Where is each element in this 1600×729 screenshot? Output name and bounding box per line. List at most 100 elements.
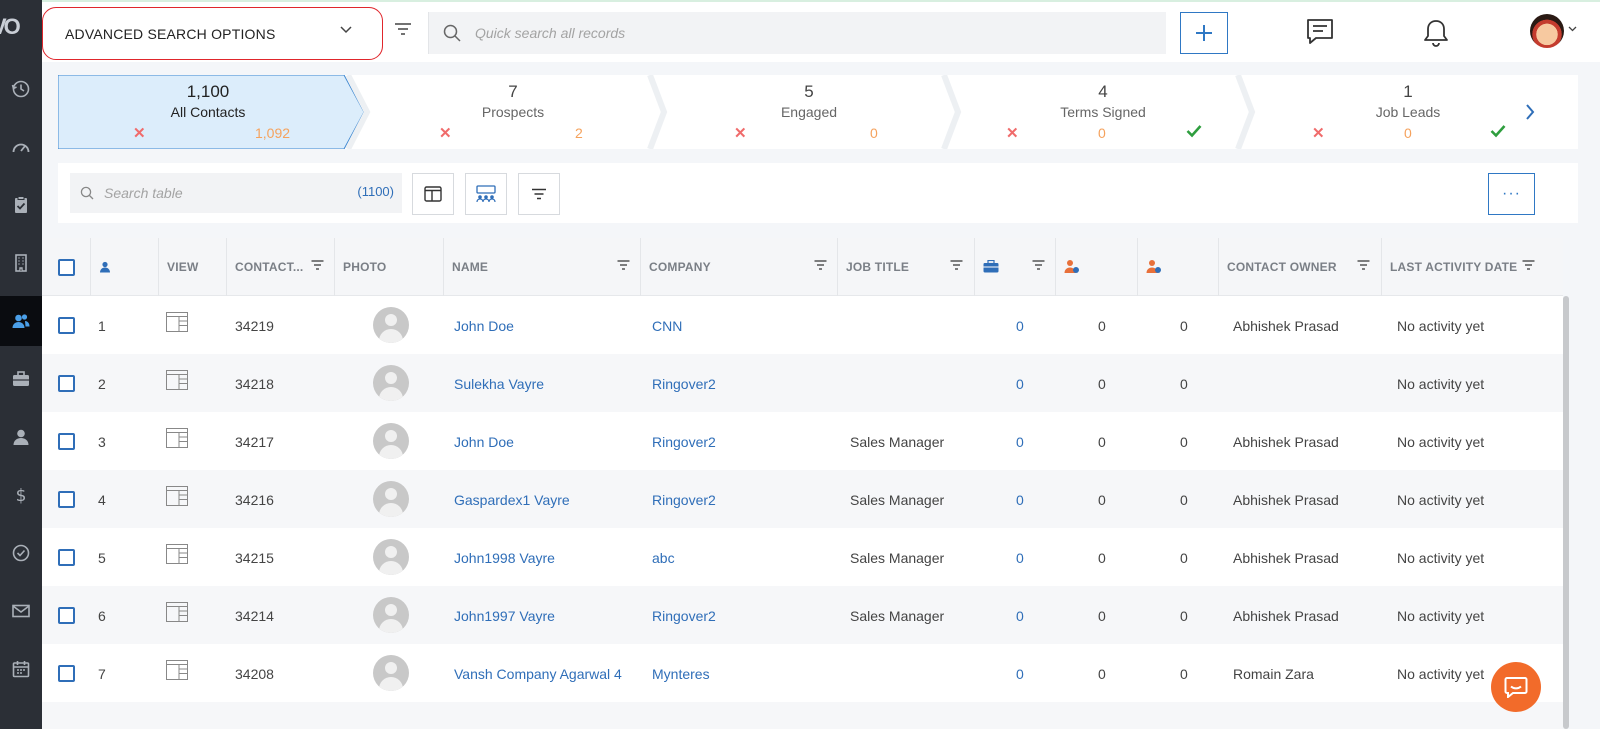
company-link[interactable]: Mynteres bbox=[652, 666, 710, 682]
contact-name-link[interactable]: Vansh Company Agarwal 4 bbox=[454, 666, 622, 682]
table-row[interactable]: 2 34218 Sulekha Vayre Ringover2 0 0 0 No… bbox=[42, 354, 1563, 412]
header-photo[interactable]: PHOTO bbox=[335, 238, 444, 296]
stage-engaged[interactable]: 5 Engaged ✕ 0 bbox=[662, 75, 956, 149]
row-checkbox[interactable] bbox=[58, 375, 75, 392]
header-placements-count[interactable] bbox=[1138, 238, 1219, 296]
add-record-button[interactable] bbox=[1180, 12, 1228, 54]
header-name[interactable]: NAME bbox=[444, 238, 641, 296]
row-checkbox[interactable] bbox=[58, 491, 75, 508]
company-link[interactable]: Ringover2 bbox=[652, 492, 716, 508]
sidebar-item-jobs[interactable] bbox=[0, 354, 42, 404]
contact-name-link[interactable]: John Doe bbox=[454, 434, 514, 450]
header-view[interactable]: VIEW bbox=[159, 238, 227, 296]
row-checkbox[interactable] bbox=[58, 549, 75, 566]
header-jobs-count[interactable] bbox=[975, 238, 1056, 296]
contact-name-link[interactable]: Sulekha Vayre bbox=[454, 376, 544, 392]
column-filter-icon[interactable] bbox=[311, 260, 324, 270]
table-row[interactable]: 7 34208 Vansh Company Agarwal 4 Mynteres… bbox=[42, 644, 1563, 702]
column-filter-icon[interactable] bbox=[1032, 260, 1045, 270]
close-icon[interactable]: ✕ bbox=[133, 124, 146, 142]
company-link[interactable]: abc bbox=[652, 550, 675, 566]
sidebar-item-deals[interactable]: $ bbox=[0, 470, 42, 520]
sidebar-item-dashboard[interactable] bbox=[0, 122, 42, 172]
company-link[interactable]: CNN bbox=[652, 318, 682, 334]
stage-terms-signed[interactable]: 4 Terms Signed ✕ 0 bbox=[956, 75, 1250, 149]
check-icon[interactable] bbox=[1186, 124, 1202, 138]
sidebar-item-contacts[interactable] bbox=[0, 296, 42, 346]
contact-name-link[interactable]: John1997 Vayre bbox=[454, 608, 555, 624]
sidebar-item-history[interactable] bbox=[0, 64, 42, 114]
company-link[interactable]: Ringover2 bbox=[652, 434, 716, 450]
company-link[interactable]: Ringover2 bbox=[652, 376, 716, 392]
jobs-count[interactable]: 0 bbox=[1016, 550, 1024, 566]
table-row[interactable]: 1 34219 John Doe CNN 0 0 0 Abhishek Pras… bbox=[42, 296, 1563, 354]
view-record-icon[interactable] bbox=[166, 544, 188, 564]
table-row[interactable]: 4 34216 Gaspardex1 Vayre Ringover2 Sales… bbox=[42, 470, 1563, 528]
jobs-count[interactable]: 0 bbox=[1016, 376, 1024, 392]
sidebar-item-calendar[interactable] bbox=[0, 644, 42, 694]
column-filter-icon[interactable] bbox=[1357, 260, 1370, 270]
chevron-right-icon[interactable] bbox=[1525, 104, 1535, 120]
row-checkbox[interactable] bbox=[58, 607, 75, 624]
view-record-icon[interactable] bbox=[166, 486, 188, 506]
sidebar-item-tasks[interactable] bbox=[0, 180, 42, 230]
view-record-icon[interactable] bbox=[166, 370, 188, 390]
header-contact[interactable]: CONTACT... bbox=[227, 238, 335, 296]
row-checkbox[interactable] bbox=[58, 317, 75, 334]
more-options-button[interactable]: ··· bbox=[1488, 173, 1535, 215]
column-filter-icon[interactable] bbox=[814, 260, 827, 270]
contact-name-link[interactable]: John1998 Vayre bbox=[454, 550, 555, 566]
header-company[interactable]: COMPANY bbox=[641, 238, 838, 296]
app-logo[interactable]: VO bbox=[0, 14, 42, 50]
sidebar-item-mail[interactable] bbox=[0, 586, 42, 636]
column-filter-icon[interactable] bbox=[950, 260, 963, 270]
table-search-input[interactable] bbox=[104, 185, 334, 201]
close-icon[interactable]: ✕ bbox=[1312, 124, 1325, 142]
column-filter-icon[interactable] bbox=[1522, 260, 1535, 270]
jobs-count[interactable]: 0 bbox=[1016, 666, 1024, 682]
table-scrollbar[interactable] bbox=[1563, 296, 1569, 729]
table-row[interactable]: 3 34217 John Doe Ringover2 Sales Manager… bbox=[42, 412, 1563, 470]
contact-name-link[interactable]: Gaspardex1 Vayre bbox=[454, 492, 570, 508]
sidebar-item-candidates[interactable] bbox=[0, 412, 42, 462]
company-link[interactable]: Ringover2 bbox=[652, 608, 716, 624]
close-icon[interactable]: ✕ bbox=[1006, 124, 1019, 142]
support-chat-button[interactable] bbox=[1491, 662, 1541, 712]
table-row[interactable] bbox=[42, 702, 1563, 729]
header-owner-icon[interactable] bbox=[91, 238, 159, 296]
close-icon[interactable]: ✕ bbox=[439, 124, 452, 142]
sidebar-item-companies[interactable] bbox=[0, 238, 42, 288]
view-record-icon[interactable] bbox=[166, 312, 188, 332]
column-filter-icon[interactable] bbox=[617, 260, 630, 270]
table-row[interactable]: 6 34214 John1997 Vayre Ringover2 Sales M… bbox=[42, 586, 1563, 644]
quick-search-input[interactable] bbox=[475, 25, 1075, 41]
jobs-count[interactable]: 0 bbox=[1016, 318, 1024, 334]
table-filter-button[interactable] bbox=[518, 173, 560, 215]
header-candidates-count[interactable] bbox=[1056, 238, 1138, 296]
select-all-checkbox[interactable] bbox=[58, 259, 75, 276]
row-checkbox[interactable] bbox=[58, 433, 75, 450]
header-last-activity[interactable]: LAST ACTIVITY DATE bbox=[1382, 238, 1563, 296]
jobs-count[interactable]: 0 bbox=[1016, 492, 1024, 508]
view-record-icon[interactable] bbox=[166, 660, 188, 680]
columns-button[interactable] bbox=[412, 173, 454, 215]
stage-prospects[interactable]: 7 Prospects ✕ 2 bbox=[364, 75, 662, 149]
view-record-icon[interactable] bbox=[166, 428, 188, 448]
stage-all-contacts[interactable]: 1,100 All Contacts ✕ 1,092 bbox=[58, 75, 358, 149]
jobs-count[interactable]: 0 bbox=[1016, 608, 1024, 624]
chevron-down-icon[interactable] bbox=[1568, 26, 1577, 32]
user-avatar[interactable] bbox=[1530, 14, 1564, 48]
group-button[interactable] bbox=[465, 173, 507, 215]
header-job-title[interactable]: JOB TITLE bbox=[838, 238, 975, 296]
chat-icon[interactable] bbox=[1306, 18, 1334, 46]
contact-name-link[interactable]: John Doe bbox=[454, 318, 514, 334]
stage-job-leads[interactable]: 1 Job Leads ✕ 0 bbox=[1250, 75, 1566, 149]
close-icon[interactable]: ✕ bbox=[734, 124, 747, 142]
advanced-search-dropdown[interactable]: ADVANCED SEARCH OPTIONS bbox=[42, 7, 383, 60]
view-record-icon[interactable] bbox=[166, 602, 188, 622]
bell-icon[interactable] bbox=[1422, 18, 1450, 48]
sidebar-item-activities[interactable] bbox=[0, 528, 42, 578]
jobs-count[interactable]: 0 bbox=[1016, 434, 1024, 450]
row-checkbox[interactable] bbox=[58, 665, 75, 682]
check-icon[interactable] bbox=[1490, 124, 1506, 138]
